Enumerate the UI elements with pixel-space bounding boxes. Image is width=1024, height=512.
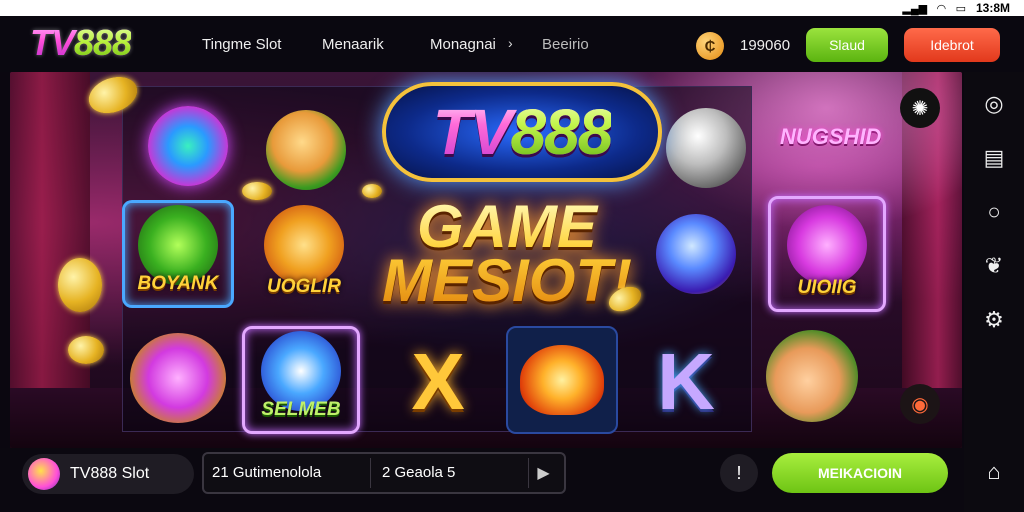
symbol-tile-orb: [640, 200, 752, 308]
symbol-tile-candy: [132, 92, 244, 200]
gold-coin-icon: [242, 182, 272, 200]
symbol-tile-selmeb: SELMEB: [242, 326, 360, 434]
game-scene: BOYANK UOGLIR UIOIIG SELMEB X K TV888 GA…: [10, 72, 962, 448]
info-divider: [370, 458, 371, 488]
register-button[interactable]: Idebrot: [904, 28, 1000, 62]
symbol-tile-character: [756, 322, 868, 430]
game-info-box: 21 Gutimenolola 2 Geaola 5 ▶: [202, 452, 566, 494]
coin-icon: ₵: [696, 32, 724, 60]
nav-link-beeirio[interactable]: Beeirio: [542, 36, 589, 53]
gear-icon[interactable]: ⚙: [972, 298, 1016, 342]
rocket-icon: [520, 345, 604, 415]
symbol-tile-uioiig: UIOIIG: [768, 196, 886, 312]
gold-x-icon: X: [411, 337, 465, 426]
gold-coin-icon: [68, 336, 104, 364]
nav-link-slot[interactable]: Tingme Slot: [202, 36, 281, 53]
game-avatar: [28, 458, 60, 490]
play-now-button[interactable]: MEIKACIOIN: [772, 453, 948, 493]
tile-label-selmeb: SELMEB: [261, 399, 341, 420]
tv888-banner: TV888: [382, 82, 662, 182]
circle-icon[interactable]: ○: [972, 190, 1016, 234]
pink-fruit-icon: [787, 205, 867, 285]
tile-label-uoglir: UOGLIR: [267, 276, 341, 297]
top-nav: TV888 Tingme Slot Menaarik Monagnai › Be…: [0, 16, 1024, 72]
crystal-k-icon: K: [657, 337, 715, 426]
bottom-bar: TV888 Slot 21 Gutimenolola 2 Geaola 5 ▶ …: [0, 448, 964, 512]
tile-label-uioiig: UIOIIG: [797, 277, 857, 298]
tile-label-boyank: BOYANK: [137, 273, 219, 294]
fire-bonus-icon[interactable]: ◉: [900, 384, 940, 424]
brand-logo[interactable]: TV888: [30, 22, 132, 64]
home-icon[interactable]: ⌂: [974, 452, 1014, 492]
wifi-icon: ◠: [937, 2, 946, 15]
right-rail: ◎ ▤ ○ ❦ ⚙: [964, 72, 1024, 512]
magic-pepper-icon: [130, 333, 226, 423]
target-icon[interactable]: ◎: [972, 82, 1016, 126]
balance-amount: 199060: [740, 37, 791, 54]
alert-icon[interactable]: !: [720, 454, 758, 492]
banner-logo-text: TV888: [432, 96, 614, 168]
current-game-chip[interactable]: TV888 Slot: [22, 454, 194, 494]
smiley-coin-icon: [266, 110, 346, 190]
status-time: 13:8M: [975, 1, 1010, 15]
gold-coin-icon: [58, 258, 102, 312]
card-icon[interactable]: ▤: [972, 136, 1016, 180]
smiling-character-icon: [766, 330, 858, 422]
login-button[interactable]: Slaud: [806, 28, 888, 62]
nav-link-menarik[interactable]: Menaarik: [322, 36, 384, 53]
leaf-icon[interactable]: ❦: [972, 244, 1016, 288]
nav-link-monagnai[interactable]: Monagnai: [430, 36, 496, 53]
golden-wheel-icon: [264, 205, 344, 285]
gold-coin-icon: [362, 184, 382, 198]
info-left-text: 21 Gutimenolola: [212, 464, 322, 481]
headline-text: GAME MESIOT!: [382, 200, 632, 308]
game-name: TV888 Slot: [70, 465, 150, 482]
side-neon-label: NUGSHID: [780, 124, 882, 149]
info-right-text: 2 Geaola 5: [382, 464, 456, 481]
chevron-right-icon: ›: [508, 35, 513, 51]
swirl-candy-icon: [148, 106, 228, 186]
symbol-tile-helmet: [650, 94, 762, 202]
battery-icon: ▭: [955, 2, 966, 15]
symbol-tile-rocket: [506, 326, 618, 434]
headline-line-2: MESIOT!: [382, 247, 632, 314]
symbol-tile-pepper: [122, 324, 234, 432]
signal-icon: ▂▄▆: [902, 2, 928, 15]
status-bar: ▂▄▆ ◠ ▭ 13:8M: [0, 0, 1024, 16]
helmet-icon: [666, 108, 746, 188]
headline-line-1: GAME: [417, 193, 597, 260]
play-icon[interactable]: ▶: [528, 458, 558, 488]
crystal-orb-icon: [656, 214, 736, 294]
settings-gear-icon[interactable]: ✺: [900, 88, 940, 128]
symbol-tile-boyank: BOYANK: [122, 200, 234, 308]
symbol-tile-uoglir: UOGLIR: [248, 200, 360, 308]
game-app: ▂▄▆ ◠ ▭ 13:8M TV888 Tingme Slot Menaarik…: [0, 0, 1024, 512]
